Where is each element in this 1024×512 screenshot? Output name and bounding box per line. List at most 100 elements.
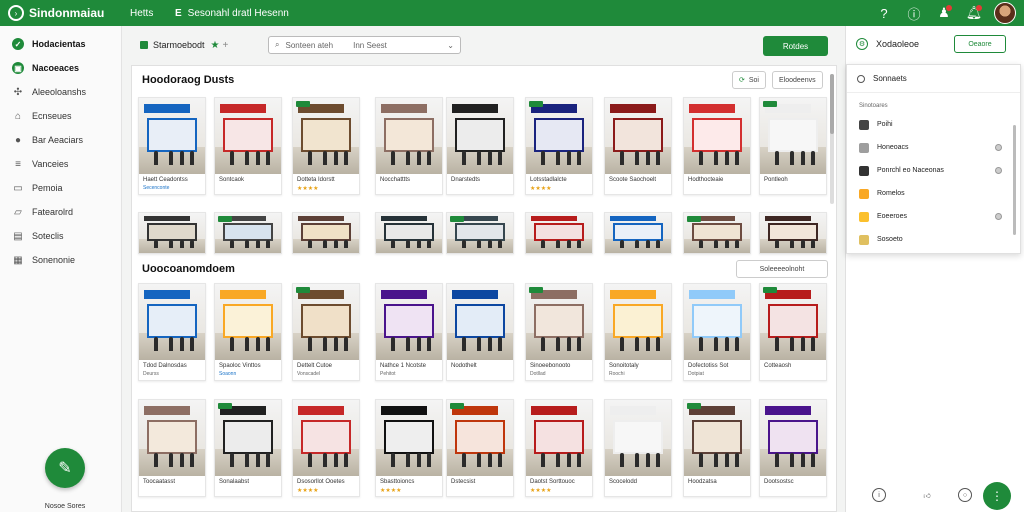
sidebar-item-1[interactable]: ▣ Nacoeaces [0,56,121,80]
store-card[interactable]: Scocelodd [604,399,672,497]
sidebar-item-8[interactable]: ▤ Soteclis [0,224,121,248]
store-card[interactable]: Pontleoh [759,97,827,195]
store-card[interactable]: Haett Ceadontss Secenconte [138,97,206,195]
dropdown-item[interactable]: Poihi [847,113,1020,136]
info-icon[interactable]: i [872,488,886,502]
avatar[interactable] [994,2,1016,24]
top-link-2[interactable]: E [175,8,182,19]
store-card[interactable]: Nodothelt [446,283,514,381]
radio-button[interactable] [995,167,1002,174]
right-panel-button[interactable]: Oeaore [954,35,1006,53]
dropdown-item[interactable]: Sosoeto [847,228,1020,251]
sidebar-item-2[interactable]: ✣ Aleeoloanshs [0,80,121,104]
store-name: Sonalaabst [219,479,250,485]
store-card[interactable]: Dnarstedts [446,97,514,195]
sidebar-item-5[interactable]: ≡ Vanceies [0,152,121,176]
notification-icon[interactable]: ♟ [934,3,954,23]
store-card[interactable]: Cotteaosh [759,283,827,381]
store-card[interactable] [138,212,206,254]
store-card[interactable]: Dstecsist [446,399,514,497]
store-card[interactable]: Scoote Saochoelt [604,97,672,195]
store-card[interactable]: Dotteta Idorstt ★★★★ [292,97,360,195]
breadcrumb[interactable]: Starmoebodt [140,40,205,50]
dropdown-item[interactable]: Ponrchl eo Naceonas [847,159,1020,182]
store-thumbnail [293,284,359,360]
more-icon: ⋮ [991,489,1003,503]
store-card[interactable]: Toocaatasst [138,399,206,497]
star-icon[interactable]: ★ [211,40,220,51]
store-subtitle [684,487,750,496]
pin-icon[interactable]: + [223,40,229,51]
store-card[interactable] [759,212,827,254]
store-card[interactable] [604,212,672,254]
bell-icon[interactable]: 🔔︎ [964,3,984,23]
radio-button[interactable] [995,213,1002,220]
radio-button[interactable] [995,144,1002,151]
store-card[interactable]: Dootsostsc [759,399,827,497]
section1-filter-button[interactable]: ⟳ Soi [732,71,766,89]
top-link-1[interactable]: Hetts [130,8,175,19]
store-card[interactable] [292,212,360,254]
new-tag [529,101,543,107]
like-icon[interactable]: 👍︎ [920,488,934,502]
store-card[interactable]: Spaoloc Vinttos Soaonn [214,283,282,381]
rating-stars: ★★★★ [297,186,319,192]
store-card[interactable]: Sbasttoioncs ★★★★ [375,399,443,497]
store-card[interactable] [525,212,593,254]
store-thumbnail [684,98,750,174]
store-card[interactable]: Sinoeebonooto Dotllad [525,283,593,381]
sidebar-item-6[interactable]: ▭ Pemoia [0,176,121,200]
dropdown-item[interactable]: Romelos [847,182,1020,205]
sidebar-item-0[interactable]: ✓ Hodacientas [0,32,121,56]
store-subtitle: Soaonn [219,371,237,377]
sidebar-item-4[interactable]: ● Bar Aeaciars [0,128,121,152]
store-card[interactable]: Dofectotiss Sot Dotpiat [683,283,751,381]
store-thumbnail [447,400,513,476]
store-card[interactable]: Sonalaabst [214,399,282,497]
store-subtitle [447,371,513,380]
search-box[interactable]: ⌕ Sonteen ateh Inn Seest ⌄ [268,36,461,54]
filter-label: Soi [748,76,759,84]
top-link-3[interactable]: Sesonahl dratl Hesenn [188,8,289,19]
info-icon[interactable]: ⓘ [904,3,924,23]
section2-sort-button[interactable]: Soleeeeolnoht [736,260,828,278]
store-card[interactable]: Dettelt Cutoe Vonscadel [292,283,360,381]
store-card[interactable]: Dsosorllot Ooetes ★★★★ [292,399,360,497]
dropdown-item[interactable]: Honeoacs [847,136,1020,159]
primary-button[interactable]: Rotdes [763,36,828,56]
store-subtitle [139,487,205,496]
store-thumbnail [526,400,592,476]
app-logo[interactable]: › Sindonmaiau [0,5,130,21]
store-card[interactable]: Lotsstadlalcte ★★★★ [525,97,593,195]
store-card[interactable]: Sontcaok [214,97,282,195]
store-thumbnail [376,213,442,253]
store-card[interactable] [446,212,514,254]
rating-stars: ★★★★ [297,488,319,494]
settings-icon: ⚙ [856,38,868,50]
store-card[interactable] [214,212,282,254]
dropdown-item[interactable]: Eoeeroes [847,205,1020,228]
store-card[interactable] [683,212,751,254]
store-card[interactable]: Sonoitotaly Roochi [604,283,672,381]
sidebar-item-label: Fatearolrd [32,207,74,217]
store-thumbnail [139,98,205,174]
dropdown-scrollbar[interactable] [1013,125,1016,235]
sidebar-item-3[interactable]: ⌂ Ecnseues [0,104,121,128]
store-card[interactable]: Nocchatttts [375,97,443,195]
more-button[interactable]: ⋮ [983,482,1011,510]
store-card[interactable]: Hoodzatsa [683,399,751,497]
section1-view-button[interactable]: Eloodeenvs [772,71,823,89]
dropdown-title: Sonnaets [847,65,1020,93]
sidebar-item-7[interactable]: ▱ Fatearolrd [0,200,121,224]
help-icon[interactable]: ? [874,3,894,23]
store-card[interactable]: Hodthocteaie [683,97,751,195]
add-store-fab[interactable]: ✎ [45,448,85,488]
store-card[interactable]: Tdod Dalnosdas Deurss [138,283,206,381]
sidebar-item-9[interactable]: ▦ Sonenonie [0,248,121,272]
chat-bubble-icon[interactable]: ○ [958,488,972,502]
new-tag [218,403,232,409]
store-card[interactable]: Nathce 1 Ncotste Pehitot [375,283,443,381]
store-card[interactable] [375,212,443,254]
scrollbar-thumb[interactable] [830,74,834,134]
store-card[interactable]: Daotst Sorttouoc ★★★★ [525,399,593,497]
